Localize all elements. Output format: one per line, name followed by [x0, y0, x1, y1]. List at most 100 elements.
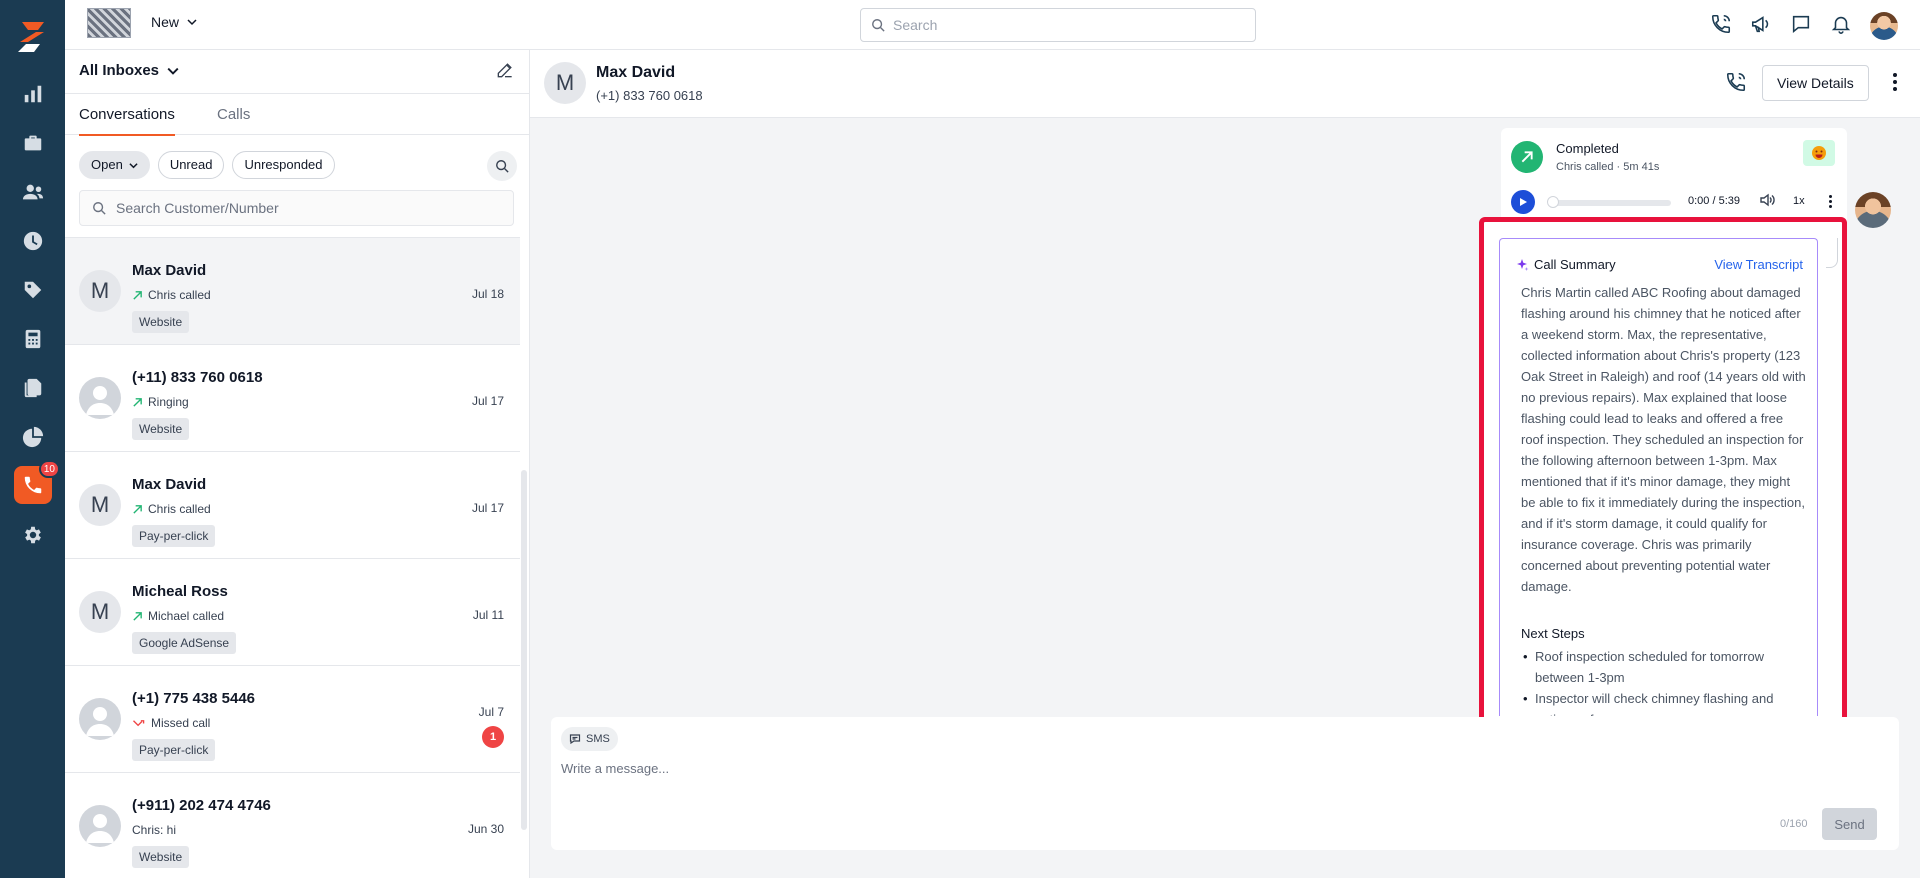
- last-activity: Missed call: [132, 716, 210, 730]
- contact-name: Micheal Ross: [132, 583, 228, 600]
- list-scrollbar[interactable]: [521, 470, 527, 830]
- bar-chart-icon: [24, 85, 41, 103]
- unread-badge: 1: [482, 726, 504, 748]
- inbox-label: All Inboxes: [79, 62, 160, 79]
- edit-icon: [497, 63, 512, 78]
- call-detail: Chris called · 5m 41s: [1556, 161, 1660, 173]
- conversation-tabs: Conversations Calls: [65, 93, 530, 136]
- conversation-row[interactable]: M Max David Chris called Pay-per-click J…: [65, 452, 520, 559]
- gear-icon: [24, 526, 41, 544]
- conversation-date: Jul 7: [478, 705, 504, 719]
- sidebar-item-contacts[interactable]: [0, 172, 65, 212]
- contact-phone: (+1) 833 760 0618: [596, 88, 703, 103]
- call-status: Completed: [1556, 141, 1619, 156]
- play-icon: [1520, 198, 1527, 206]
- conversation-row[interactable]: M Max David Chris called Website Jul 18: [65, 238, 520, 345]
- filter-unread[interactable]: Unread: [157, 151, 225, 179]
- call-button[interactable]: [1725, 71, 1749, 95]
- view-details-button[interactable]: View Details: [1762, 65, 1869, 101]
- dot-icon: [1828, 199, 1832, 203]
- send-button[interactable]: Send: [1822, 808, 1877, 840]
- sidebar-item-settings[interactable]: [0, 515, 65, 555]
- new-menu-button[interactable]: New: [151, 14, 197, 30]
- conversation-date: Jul 17: [471, 394, 504, 408]
- brand-logo[interactable]: [14, 18, 50, 54]
- more-options-button[interactable]: [1885, 70, 1905, 94]
- contact-avatar: M: [79, 591, 121, 633]
- playback-speed[interactable]: 1x: [1793, 195, 1805, 207]
- call-options-button[interactable]: [1825, 192, 1835, 210]
- next-steps-list: Roof inspection scheduled for tomorrow b…: [1521, 646, 1806, 716]
- customer-search[interactable]: [79, 190, 514, 226]
- contact-name: (+1) 775 438 5446: [132, 690, 256, 707]
- source-tag: Website: [132, 846, 190, 868]
- sidebar-item-calls[interactable]: 10: [14, 460, 60, 504]
- filter-chips: Open Unread Unresponded: [79, 151, 335, 179]
- last-activity-text: Ringing: [148, 395, 189, 409]
- last-activity-text: Chris called: [148, 502, 211, 516]
- channel-selector[interactable]: SMS: [561, 727, 618, 751]
- outgoing-call-icon: [133, 397, 142, 407]
- last-activity: Chris called: [132, 288, 211, 302]
- pie-chart-icon: [22, 426, 43, 448]
- contact-name: (+911) 202 474 4746: [132, 797, 271, 814]
- view-transcript-link[interactable]: View Transcript: [1714, 257, 1803, 272]
- sidebar-item-analytics[interactable]: [0, 417, 65, 457]
- customer-search-input[interactable]: [116, 200, 496, 216]
- search-icon: [93, 202, 106, 215]
- completed-call-icon: [1511, 141, 1543, 173]
- global-search[interactable]: [860, 8, 1256, 42]
- megaphone-icon[interactable]: [1750, 13, 1772, 40]
- contact-avatar: M: [79, 270, 121, 312]
- bell-icon[interactable]: [1830, 13, 1852, 40]
- contact-name: Max David: [132, 476, 207, 493]
- inbox-selector[interactable]: All Inboxes: [79, 62, 179, 79]
- next-step-item: Roof inspection scheduled for tomorrow b…: [1521, 646, 1806, 688]
- filter-open[interactable]: Open: [79, 151, 150, 179]
- chevron-down-icon: [129, 162, 138, 168]
- last-activity-text: Michael called: [148, 609, 225, 623]
- dot-icon: [1893, 80, 1897, 84]
- sidebar: 10: [0, 0, 65, 878]
- sidebar-item-reports[interactable]: [0, 74, 65, 114]
- sidebar-item-history[interactable]: [0, 221, 65, 261]
- person-icon: [86, 386, 114, 415]
- sidebar-item-inventory[interactable]: [0, 123, 65, 163]
- filter-unresponded[interactable]: Unresponded: [232, 151, 335, 179]
- tab-calls[interactable]: Calls: [217, 94, 250, 136]
- contact-avatar: M: [79, 484, 121, 526]
- global-search-input[interactable]: [893, 17, 1233, 33]
- user-avatar[interactable]: [1870, 12, 1898, 40]
- search-icon: [872, 19, 885, 32]
- phone-call-icon[interactable]: [1710, 13, 1732, 40]
- audio-progress-track[interactable]: [1549, 200, 1671, 206]
- source-tag: Google AdSense: [132, 632, 237, 654]
- workspace-thumbnail[interactable]: [87, 8, 131, 38]
- last-activity: Ringing: [132, 395, 189, 409]
- source-tag: Pay-per-click: [132, 739, 216, 761]
- compose-button[interactable]: [495, 60, 517, 82]
- conversation-list: M Max David Chris called Website Jul 18 …: [65, 237, 520, 878]
- outgoing-call-icon: [133, 290, 142, 300]
- chevron-down-icon: [187, 19, 197, 26]
- audio-progress-handle[interactable]: [1547, 196, 1559, 208]
- sidebar-item-calculator[interactable]: [0, 319, 65, 359]
- chat-icon[interactable]: [1790, 13, 1812, 40]
- sidebar-item-tags[interactable]: [0, 270, 65, 310]
- conversation-row[interactable]: (+911) 202 474 4746 Chris: hi Website Ju…: [65, 773, 520, 878]
- last-activity-text: Chris: hi: [132, 823, 177, 837]
- play-button[interactable]: [1511, 190, 1535, 214]
- outgoing-call-icon: [133, 611, 142, 621]
- conversation-row[interactable]: (+1) 775 438 5446 Missed call Pay-per-cl…: [65, 666, 520, 773]
- conversation-row[interactable]: M Micheal Ross Michael called Google AdS…: [65, 559, 520, 666]
- summary-text: Chris Martin called ABC Roofing about da…: [1521, 285, 1806, 594]
- sidebar-item-documents[interactable]: [0, 368, 65, 408]
- conversation-date: Jun 30: [467, 822, 504, 836]
- tab-conversations[interactable]: Conversations: [79, 94, 175, 136]
- message-input[interactable]: [561, 761, 1881, 811]
- last-activity: Chris called: [132, 502, 211, 516]
- conversation-row[interactable]: (+11) 833 760 0618 Ringing Website Jul 1…: [65, 345, 520, 452]
- source-tag: Website: [132, 311, 190, 333]
- filter-search-button[interactable]: [487, 151, 517, 181]
- volume-icon[interactable]: [1759, 192, 1777, 210]
